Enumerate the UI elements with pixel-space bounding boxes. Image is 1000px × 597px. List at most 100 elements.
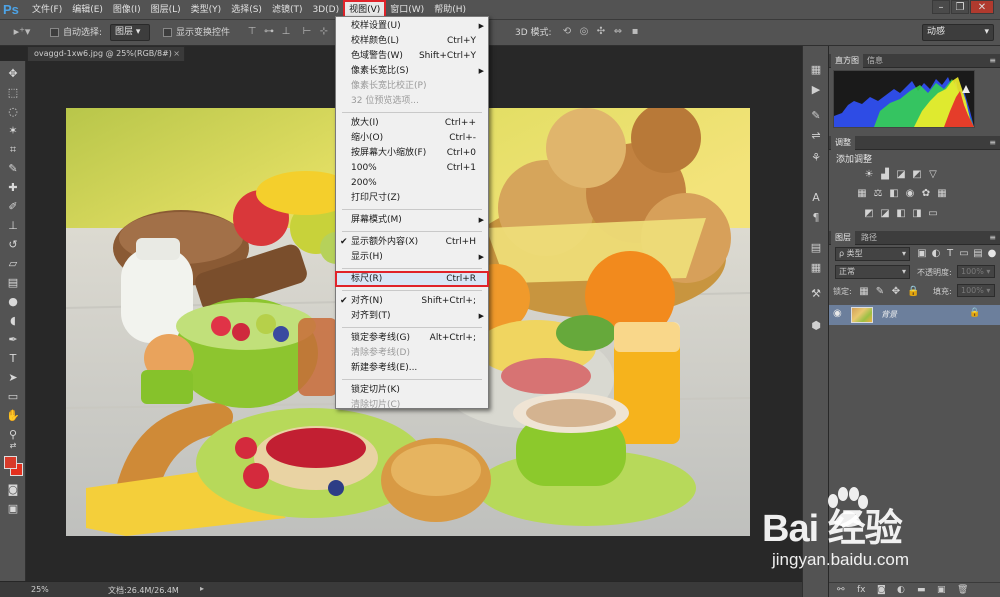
actions-panel-icon[interactable]: ▶ xyxy=(808,82,824,98)
view-menu-item[interactable]: 放大(I) Ctrl++ xyxy=(336,116,488,130)
character-panel-icon[interactable]: A xyxy=(808,190,824,206)
layers-panel-menu-icon[interactable]: ≡ xyxy=(989,231,996,244)
lock-position-icon[interactable]: ✥ xyxy=(891,287,901,297)
close-tab-icon[interactable]: × xyxy=(173,47,180,61)
new-layer-icon[interactable]: ▣ xyxy=(937,585,946,595)
minimize-button[interactable]: – xyxy=(932,0,950,14)
fill-field[interactable]: 100% ▾ xyxy=(957,284,995,297)
view-menu-item[interactable]: 锁定参考线(G) Alt+Ctrl+; xyxy=(336,331,488,345)
tab-info[interactable]: 信息 xyxy=(863,54,887,68)
color-balance-icon[interactable]: ⚖ xyxy=(873,189,883,199)
quick-mask-icon[interactable]: ◙ xyxy=(3,481,23,499)
view-menu-item[interactable]: 校样设置(U) ▶ xyxy=(336,19,488,33)
new-adjustment-icon[interactable]: ◐ xyxy=(897,585,905,595)
scale-3d-icon[interactable]: ▪ xyxy=(628,25,642,39)
status-menu-arrow-icon[interactable]: ▸ xyxy=(200,584,204,593)
menu-edit[interactable]: 编辑(E) xyxy=(67,1,108,19)
menu-type[interactable]: 类型(Y) xyxy=(186,1,227,19)
slide-3d-icon[interactable]: ⇔ xyxy=(611,25,625,39)
color-lookup-icon[interactable]: ▦ xyxy=(937,189,947,199)
new-group-icon[interactable]: ▬ xyxy=(917,585,926,595)
filter-smart-icon[interactable]: ▤ xyxy=(973,249,983,259)
brush-tool-icon[interactable]: ✐ xyxy=(3,198,23,216)
status-zoom-level[interactable]: 25% xyxy=(31,585,49,594)
layer-row-background[interactable]: ◉ 背景 🔒 xyxy=(829,305,1000,325)
filter-type-icon[interactable]: T xyxy=(945,249,955,259)
layer-name[interactable]: 背景 xyxy=(881,309,897,320)
menu-file[interactable]: 文件(F) xyxy=(27,1,67,19)
pen-tool-icon[interactable]: ✒ xyxy=(3,331,23,349)
filter-adjust-icon[interactable]: ◐ xyxy=(931,249,941,259)
view-menu-item[interactable]: 像素长宽比(S) ▶ xyxy=(336,64,488,78)
black-white-icon[interactable]: ◧ xyxy=(889,189,899,199)
shape-tool-icon[interactable]: ▭ xyxy=(3,388,23,406)
view-menu-item[interactable]: ✔ 显示额外内容(X) Ctrl+H xyxy=(336,235,488,249)
layer-kind-filter[interactable]: ρ 类型 ▾ xyxy=(835,247,910,261)
workspace-dropdown[interactable]: 动感 ▾ xyxy=(922,24,994,41)
history-panel-icon[interactable]: ▦ xyxy=(808,62,824,78)
filter-pixel-icon[interactable]: ▣ xyxy=(917,249,927,259)
hue-saturation-icon[interactable]: ▦ xyxy=(857,189,867,199)
view-menu-item[interactable]: 新建参考线(E)... xyxy=(336,361,488,375)
vibrance-icon[interactable]: ▽ xyxy=(928,170,938,180)
view-menu-item[interactable]: 200% xyxy=(336,176,488,190)
view-menu-item[interactable]: 标尺(R) Ctrl+R xyxy=(335,271,489,287)
threshold-icon[interactable]: ◧ xyxy=(896,209,906,219)
add-mask-icon[interactable]: ◙ xyxy=(877,585,886,595)
layer-comps-icon[interactable]: ▤ xyxy=(808,240,824,256)
channel-mixer-icon[interactable]: ✿ xyxy=(921,189,931,199)
dodge-tool-icon[interactable]: ◖ xyxy=(3,312,23,330)
brush-presets-icon[interactable]: ⇌ xyxy=(808,128,824,144)
gradient-tool-icon[interactable]: ▤ xyxy=(3,274,23,292)
histogram-panel-menu-icon[interactable]: ≡ xyxy=(989,54,996,67)
history-brush-tool-icon[interactable]: ↺ xyxy=(3,236,23,254)
menu-select[interactable]: 选择(S) xyxy=(226,1,267,19)
view-menu-item[interactable]: 按屏幕大小缩放(F) Ctrl+0 xyxy=(336,146,488,160)
magic-wand-tool-icon[interactable]: ✶ xyxy=(3,122,23,140)
align-vcenter-icon[interactable]: ⊶ xyxy=(262,25,276,39)
hand-tool-icon[interactable]: ✋ xyxy=(3,407,23,425)
roll-3d-icon[interactable]: ◎ xyxy=(577,25,591,39)
path-selection-tool-icon[interactable]: ➤ xyxy=(3,369,23,387)
paragraph-panel-icon[interactable]: ¶ xyxy=(808,210,824,226)
3d-panel-icon[interactable]: ⬢ xyxy=(808,318,824,334)
lock-image-icon[interactable]: ✎ xyxy=(875,287,885,297)
view-menu-item[interactable]: 100% Ctrl+1 xyxy=(336,161,488,175)
crop-tool-icon[interactable]: ⌗ xyxy=(3,141,23,159)
rotate-3d-icon[interactable]: ⟲ xyxy=(560,25,574,39)
show-transform-checkbox[interactable]: 显示变换控件 xyxy=(163,25,230,41)
align-top-icon[interactable]: ⊤ xyxy=(245,25,259,39)
invert-icon[interactable]: ◩ xyxy=(864,209,874,219)
align-left-icon[interactable]: ⊢ xyxy=(300,25,314,39)
clone-source-icon[interactable]: ⚘ xyxy=(808,150,824,166)
align-bottom-icon[interactable]: ⊥ xyxy=(279,25,293,39)
clone-stamp-tool-icon[interactable]: ⊥ xyxy=(3,217,23,235)
screen-mode-icon[interactable]: ▣ xyxy=(3,500,23,518)
view-menu-item[interactable]: 校样颜色(L) Ctrl+Y xyxy=(336,34,488,48)
filter-toggle-icon[interactable]: ● xyxy=(987,249,997,259)
selective-color-icon[interactable]: ◨ xyxy=(912,209,922,219)
tab-adjustments[interactable]: 调整 xyxy=(831,136,855,150)
gradient-map-icon[interactable]: ▭ xyxy=(928,209,938,219)
document-tab[interactable]: ovaggd-1xw6.jpg @ 25%(RGB/8#) × xyxy=(27,46,185,61)
lasso-tool-icon[interactable]: ◌ xyxy=(3,103,23,121)
align-hcenter-icon[interactable]: ⊹ xyxy=(317,25,331,39)
blur-tool-icon[interactable]: ● xyxy=(3,293,23,311)
filter-shape-icon[interactable]: ▭ xyxy=(959,249,969,259)
swap-colors-icon[interactable]: ⇄ xyxy=(3,441,23,451)
menu-filter[interactable]: 滤镜(T) xyxy=(267,1,308,19)
healing-brush-tool-icon[interactable]: ✚ xyxy=(3,179,23,197)
menu-layer[interactable]: 图层(L) xyxy=(146,1,186,19)
brush-panel-icon[interactable]: ✎ xyxy=(808,108,824,124)
link-layers-icon[interactable]: ⚯ xyxy=(837,585,845,595)
move-tool-icon[interactable]: ✥ xyxy=(3,65,23,83)
layer-visibility-eye-icon[interactable]: ◉ xyxy=(833,308,842,319)
layer-style-icon[interactable]: fx xyxy=(857,585,866,595)
lock-all-icon[interactable]: 🔒 xyxy=(907,287,919,297)
foreground-color-swatch[interactable] xyxy=(4,456,17,469)
posterize-icon[interactable]: ◪ xyxy=(880,209,890,219)
exposure-icon[interactable]: ◩ xyxy=(912,170,922,180)
type-tool-icon[interactable]: T xyxy=(3,350,23,368)
levels-icon[interactable]: ▟ xyxy=(880,170,890,180)
view-menu-item[interactable]: 显示(H) ▶ xyxy=(336,250,488,264)
